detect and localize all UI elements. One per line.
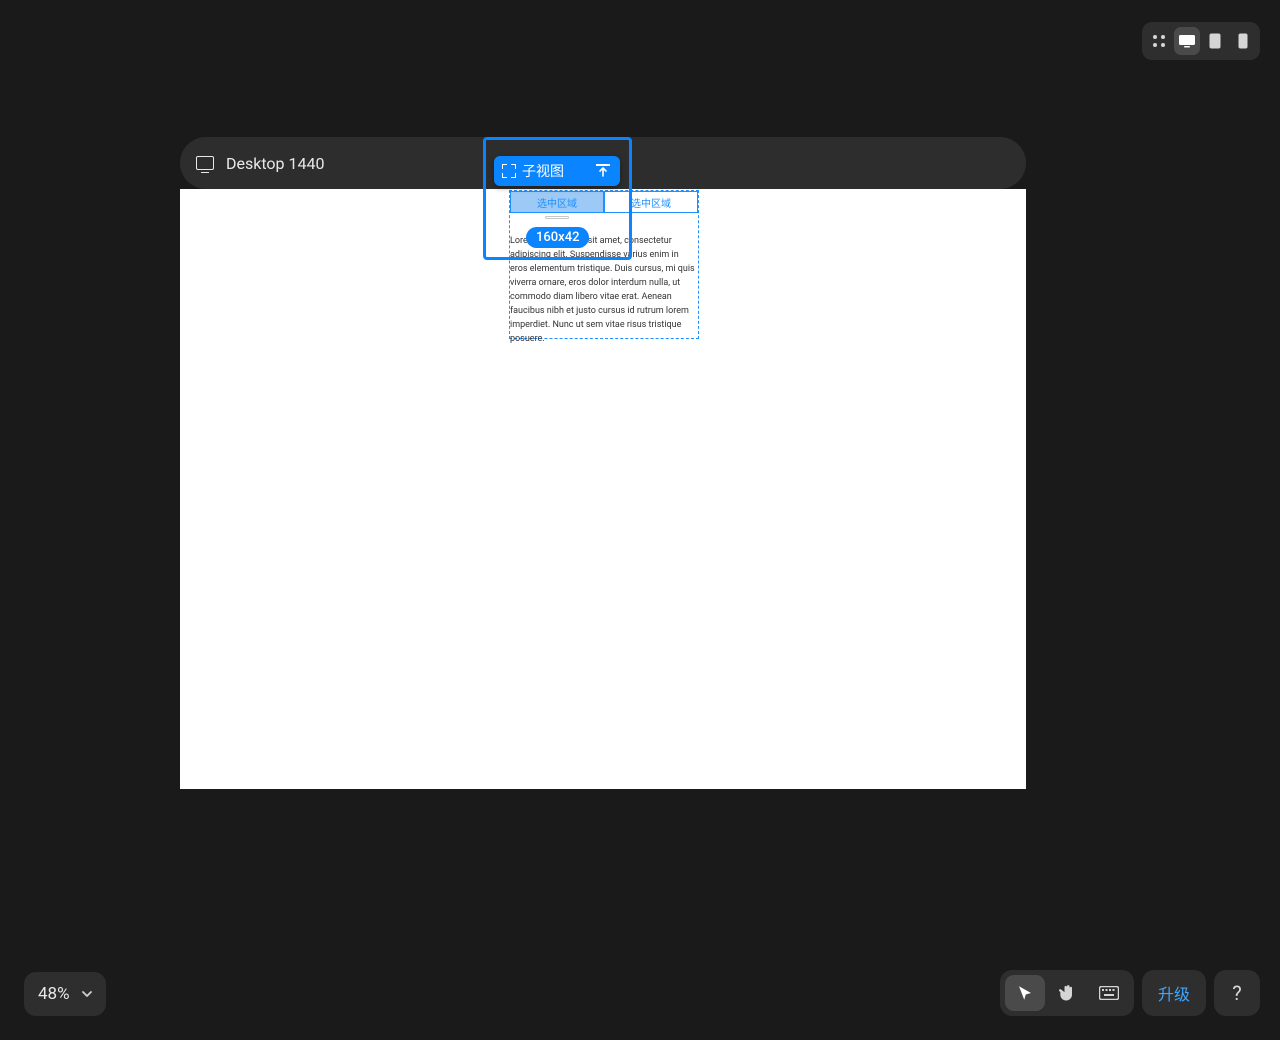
tabs-row: 选中区域 选中区域: [510, 191, 698, 213]
tabs-component: 选中区域 选中区域: [510, 191, 698, 219]
device-switcher: [1142, 22, 1260, 60]
upgrade-button[interactable]: 升级: [1142, 970, 1206, 1016]
canvas-tools: [1000, 970, 1134, 1016]
help-button[interactable]: ?: [1214, 970, 1260, 1016]
device-grid-button[interactable]: [1146, 27, 1172, 55]
selected-element-name: 子视图: [522, 161, 564, 181]
breakpoint-label: Desktop 1440: [226, 154, 324, 173]
tab-underline: [545, 216, 569, 219]
device-tablet-button[interactable]: [1202, 27, 1228, 55]
zoom-value: 48%: [38, 984, 70, 1004]
hand-tool[interactable]: [1047, 975, 1087, 1011]
bottom-toolbar-group: 升级 ?: [1000, 970, 1260, 1016]
select-parent-icon[interactable]: [596, 164, 610, 178]
desktop-icon: [196, 156, 214, 170]
selected-element-chip[interactable]: 子视图: [494, 156, 620, 186]
upgrade-label: 升级: [1158, 981, 1190, 1005]
tab-inactive-label: 选中区域: [631, 195, 671, 210]
selection-size-badge: 160x42: [526, 227, 589, 248]
device-phone-button[interactable]: [1230, 27, 1256, 55]
lorem-paragraph: Lorem ipsum dolor sit amet, consectetur …: [510, 234, 698, 346]
tab-active-label: 选中区域: [537, 195, 577, 210]
pointer-tool[interactable]: [1005, 975, 1045, 1011]
zoom-control[interactable]: 48%: [24, 972, 106, 1016]
tab-active[interactable]: 选中区域: [510, 191, 604, 213]
keyboard-tool[interactable]: [1089, 975, 1129, 1011]
chevron-down-icon: [80, 987, 94, 1001]
device-desktop-button[interactable]: [1174, 27, 1200, 55]
design-canvas[interactable]: 选中区域 选中区域 Lorem ipsum dolor sit amet, co…: [180, 189, 1026, 789]
scan-icon: [502, 164, 516, 178]
tab-inactive[interactable]: 选中区域: [604, 191, 698, 213]
help-label: ?: [1232, 981, 1241, 1005]
